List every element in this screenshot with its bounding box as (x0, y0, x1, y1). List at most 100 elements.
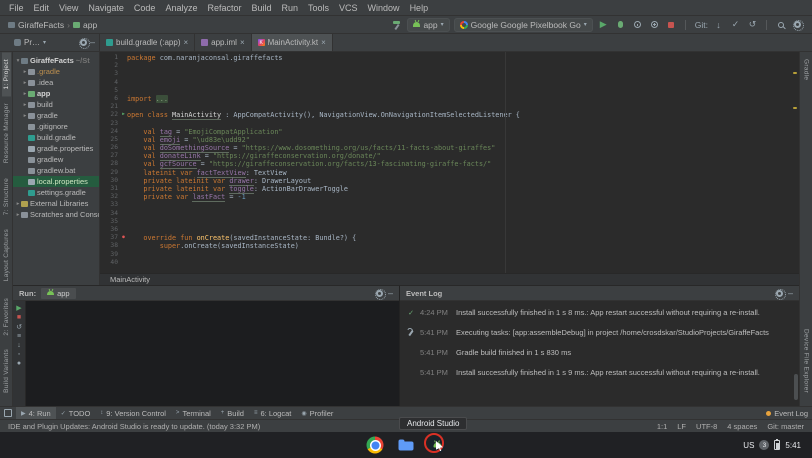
caret-position[interactable]: 1:1 (657, 422, 667, 431)
code-line[interactable]: 24 val tag = "EmojiCompatApplication" (100, 128, 799, 136)
line-number[interactable]: 27 (100, 152, 120, 160)
toolwindow-button-build[interactable]: +Build (216, 407, 249, 419)
line-number[interactable]: 21 (100, 103, 120, 111)
editor-tab-app-iml[interactable]: app.iml× (195, 34, 251, 51)
menu-item-help[interactable]: Help (405, 3, 434, 13)
event-log-entry[interactable]: 5:41 PMGradle build finished in 1 s 830 … (406, 348, 791, 357)
toolwindow-button-terminal[interactable]: >Terminal (171, 407, 216, 419)
status-message[interactable]: IDE and Plugin Updates: Android Studio i… (8, 422, 260, 431)
run-tab-app[interactable]: app (41, 288, 76, 299)
gear-icon[interactable] (376, 290, 383, 297)
stop-button[interactable] (665, 18, 678, 31)
code-line[interactable]: 6import ... (100, 95, 799, 103)
menu-item-file[interactable]: File (4, 3, 29, 13)
attach-debugger-button[interactable] (648, 18, 661, 31)
code-line[interactable]: 32 private var lastFact = -1 (100, 193, 799, 201)
code-line[interactable]: 40 (100, 259, 799, 267)
code-line[interactable]: 33 (100, 201, 799, 209)
profile-button[interactable] (631, 18, 644, 31)
code-line[interactable]: 29 lateinit var factTextView: TextView (100, 169, 799, 177)
hide-panel-icon[interactable]: – (90, 39, 95, 46)
file-encoding[interactable]: UTF-8 (696, 422, 717, 431)
code-line[interactable]: 1package com.naranjaconsal.giraffefacts (100, 54, 799, 62)
soft-wrap-icon[interactable]: ≡ (17, 333, 21, 340)
git-commit-button[interactable]: ✓ (729, 18, 742, 31)
line-separator[interactable]: LF (677, 422, 686, 431)
line-number[interactable]: 26 (100, 144, 120, 152)
menu-item-run[interactable]: Run (277, 3, 304, 13)
line-number[interactable]: 34 (100, 210, 120, 218)
code-line[interactable]: 22▶open class MainActivity : AppCompatAc… (100, 111, 799, 119)
tool-strip-item-gradle[interactable]: Gradle (802, 52, 811, 87)
line-number[interactable]: 1 (100, 54, 120, 62)
git-branch[interactable]: Git: master (767, 422, 804, 431)
code-line[interactable]: 39 (100, 251, 799, 259)
close-icon[interactable]: × (183, 38, 188, 47)
menu-item-tools[interactable]: Tools (303, 3, 334, 13)
run-marker-icon[interactable]: ▶ (120, 111, 127, 119)
indent-style[interactable]: 4 spaces (727, 422, 757, 431)
menu-item-code[interactable]: Code (129, 3, 161, 13)
code-line[interactable]: 27 val donateLink = "https://giraffecons… (100, 152, 799, 160)
tree-item-scratches-and-consoles[interactable]: ▸Scratches and Consoles (13, 209, 99, 220)
tree-item-build-gradle[interactable]: build.gradle (13, 132, 99, 143)
line-number[interactable]: 33 (100, 201, 120, 209)
code-line[interactable]: 23 (100, 120, 799, 128)
rerun-icon[interactable]: ▶ (16, 304, 21, 312)
menu-item-analyze[interactable]: Analyze (160, 3, 202, 13)
tree-item-local-properties[interactable]: local.properties (13, 176, 99, 187)
line-number[interactable]: 37 (100, 234, 120, 242)
scrollbar-thumb[interactable] (794, 374, 798, 400)
clear-all-icon[interactable]: ◦ (18, 351, 20, 358)
gear-icon[interactable] (776, 290, 783, 297)
toolwindow-button-4-run[interactable]: ▶4: Run (16, 407, 56, 419)
gear-icon[interactable] (80, 39, 87, 46)
build-project-button[interactable] (390, 18, 403, 31)
code-line[interactable]: 2 (100, 62, 799, 70)
code-line[interactable]: 37● override fun onCreate(savedInstanceS… (100, 234, 799, 242)
code-line[interactable]: 21 (100, 103, 799, 111)
line-number[interactable]: 3 (100, 70, 120, 78)
event-log-entry[interactable]: 5:41 PMInstall successfully finished in … (406, 368, 791, 377)
search-everywhere-button[interactable] (774, 18, 787, 31)
line-number[interactable]: 5 (100, 87, 120, 95)
toolwindow-button-todo[interactable]: ✓TODO (56, 407, 96, 419)
event-log-entry[interactable]: 5:41 PMExecuting tasks: [app:assembleDeb… (406, 328, 791, 337)
code-line[interactable]: 34 (100, 210, 799, 218)
tree-item-build[interactable]: ▸build (13, 99, 99, 110)
line-number[interactable]: 39 (100, 251, 120, 259)
tree-item-gradle[interactable]: ▸.gradle (13, 66, 99, 77)
editor-breadcrumb[interactable]: MainActivity (100, 273, 799, 285)
system-tray[interactable]: US 3 5:41 (736, 435, 808, 455)
tool-window-switcher-icon[interactable] (4, 409, 12, 417)
debug-button[interactable] (614, 18, 627, 31)
tool-strip-item-build-variants[interactable]: Build Variants (2, 342, 11, 400)
project-view-title[interactable]: Project (24, 38, 40, 47)
editor-code-area[interactable]: 1package com.naranjaconsal.giraffefacts2… (100, 52, 799, 273)
tree-item-gradle[interactable]: ▸gradle (13, 110, 99, 121)
toolwindow-button-6-logcat[interactable]: ≡6: Logcat (249, 407, 296, 419)
code-line[interactable]: 36 (100, 226, 799, 234)
tree-item-gradle-properties[interactable]: gradle.properties (13, 143, 99, 154)
line-number[interactable]: 40 (100, 259, 120, 267)
menu-item-window[interactable]: Window (363, 3, 405, 13)
tool-strip-item-resource-manager[interactable]: Resource Manager (2, 96, 11, 170)
settings-button[interactable] (791, 18, 804, 31)
chrome-icon[interactable] (367, 437, 384, 454)
tool-strip-item-layout-captures[interactable]: Layout Captures (2, 222, 11, 288)
restart-activity-icon[interactable]: ↺ (16, 323, 22, 331)
stop-icon[interactable]: ■ (17, 314, 21, 321)
line-number[interactable]: 2 (100, 62, 120, 70)
menu-item-navigate[interactable]: Navigate (83, 3, 129, 13)
warning-stripe-mark[interactable] (793, 72, 797, 74)
breadcrumb-class[interactable]: MainActivity (110, 275, 150, 284)
code-line[interactable]: 35 (100, 218, 799, 226)
tool-strip-item-device-file-explorer[interactable]: Device File Explorer (802, 322, 811, 400)
git-update-button[interactable]: ↓ (712, 18, 725, 31)
menu-item-edit[interactable]: Edit (29, 3, 55, 13)
close-icon[interactable]: × (240, 38, 245, 47)
pin-tab-icon[interactable]: ● (17, 360, 21, 367)
code-line[interactable]: 38 super.onCreate(savedInstanceState) (100, 242, 799, 250)
line-number[interactable]: 28 (100, 160, 120, 168)
code-line[interactable]: 3 (100, 70, 799, 78)
